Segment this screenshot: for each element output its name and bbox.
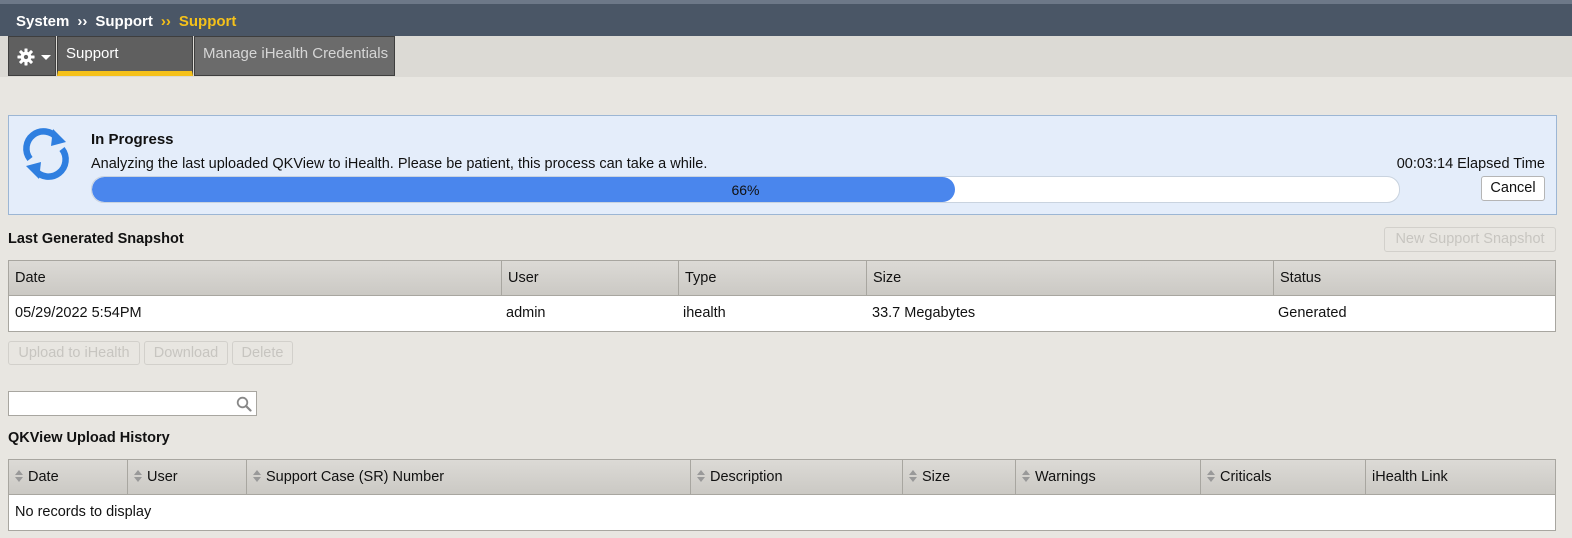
- snapshot-section-title: Last Generated Snapshot: [8, 231, 184, 247]
- column-header-date[interactable]: Date: [9, 460, 128, 495]
- column-header-date: Date: [9, 261, 502, 296]
- download-button[interactable]: Download: [144, 341, 228, 365]
- sort-icon: [253, 470, 261, 482]
- snapshot-table: Date User Type Size Status 05/29/2022 5:…: [8, 260, 1556, 332]
- column-header-label: Description: [710, 469, 783, 485]
- progress-bar: 66%: [91, 176, 1400, 203]
- elapsed-time-label: Elapsed Time: [1457, 156, 1545, 172]
- search-field[interactable]: [8, 391, 257, 416]
- breadcrumb-item-system[interactable]: System: [16, 13, 69, 30]
- empty-message: No records to display: [15, 504, 152, 520]
- empty-row: No records to display: [9, 495, 1555, 530]
- column-header-status: Status: [1280, 270, 1322, 286]
- progress-percent: 66%: [731, 182, 760, 198]
- cell-status: Generated: [1278, 305, 1347, 321]
- column-header-user: User: [502, 261, 679, 296]
- tab-support[interactable]: Support: [57, 36, 193, 76]
- breadcrumb: System ›› Support ›› Support: [16, 13, 236, 30]
- refresh-icon: [23, 128, 69, 180]
- sort-icon: [1207, 470, 1215, 482]
- sort-icon: [909, 470, 917, 482]
- column-header-label: Size: [922, 469, 951, 485]
- progress-title: In Progress: [91, 131, 174, 148]
- sort-icon: [1022, 470, 1030, 482]
- delete-button[interactable]: Delete: [232, 341, 293, 365]
- column-header-criticals[interactable]: Criticals: [1201, 460, 1366, 495]
- column-header-ihealth-link: iHealth Link: [1372, 469, 1448, 485]
- sort-icon: [697, 470, 705, 482]
- tab-strip: Support Manage iHealth Credentials: [0, 36, 1572, 77]
- elapsed-time: 00:03:14 Elapsed Time: [1397, 156, 1545, 172]
- column-header-warnings[interactable]: Warnings: [1016, 460, 1201, 495]
- column-header-user[interactable]: User: [128, 460, 247, 495]
- sort-icon: [134, 470, 142, 482]
- progress-panel: In Progress Analyzing the last uploaded …: [8, 115, 1557, 215]
- breadcrumb-current: Support: [178, 13, 237, 30]
- table-header: Date User Support Case (SR) Number Descr…: [9, 460, 1555, 495]
- top-bar: System ›› Support ›› Support: [0, 0, 1572, 36]
- history-table: Date User Support Case (SR) Number Descr…: [8, 459, 1556, 531]
- column-header-size[interactable]: Size: [903, 460, 1016, 495]
- table-header: Date User Type Size Status: [9, 261, 1555, 296]
- column-header-label: Criticals: [1220, 469, 1272, 485]
- tab-manage-ihealth-credentials[interactable]: Manage iHealth Credentials: [194, 36, 395, 76]
- breadcrumb-separator: ››: [160, 13, 171, 30]
- cell-type: ihealth: [683, 305, 726, 321]
- chevron-down-icon: [41, 55, 51, 60]
- cancel-button[interactable]: Cancel: [1481, 176, 1545, 201]
- column-header-label: Warnings: [1035, 469, 1096, 485]
- search-icon[interactable]: [236, 396, 252, 412]
- column-header-label: User: [147, 469, 178, 485]
- cell-size: 33.7 Megabytes: [872, 305, 976, 321]
- progress-message: Analyzing the last uploaded QKView to iH…: [91, 156, 708, 172]
- cell-date: 05/29/2022 5:54PM: [15, 305, 142, 321]
- elapsed-time-value: 00:03:14: [1396, 156, 1454, 172]
- column-header-description[interactable]: Description: [691, 460, 903, 495]
- column-header-label: Date: [28, 469, 59, 485]
- history-section-title: QKView Upload History: [8, 430, 170, 446]
- upload-to-ihealth-button[interactable]: Upload to iHealth: [8, 341, 140, 365]
- settings-menu-button[interactable]: [8, 36, 56, 76]
- column-header-size: Size: [867, 261, 1274, 296]
- table-row[interactable]: 05/29/2022 5:54PM admin ihealth 33.7 Meg…: [9, 296, 1555, 331]
- column-header-type: Type: [679, 261, 867, 296]
- breadcrumb-item-support[interactable]: Support: [95, 13, 153, 30]
- new-support-snapshot-button[interactable]: New Support Snapshot: [1384, 227, 1556, 252]
- column-header-label: Support Case (SR) Number: [266, 469, 445, 485]
- search-input[interactable]: [9, 392, 233, 415]
- cell-user: admin: [506, 305, 546, 321]
- gear-icon: [17, 48, 35, 66]
- sort-icon: [15, 470, 23, 482]
- breadcrumb-separator: ››: [77, 13, 88, 30]
- column-header-sr-number[interactable]: Support Case (SR) Number: [247, 460, 691, 495]
